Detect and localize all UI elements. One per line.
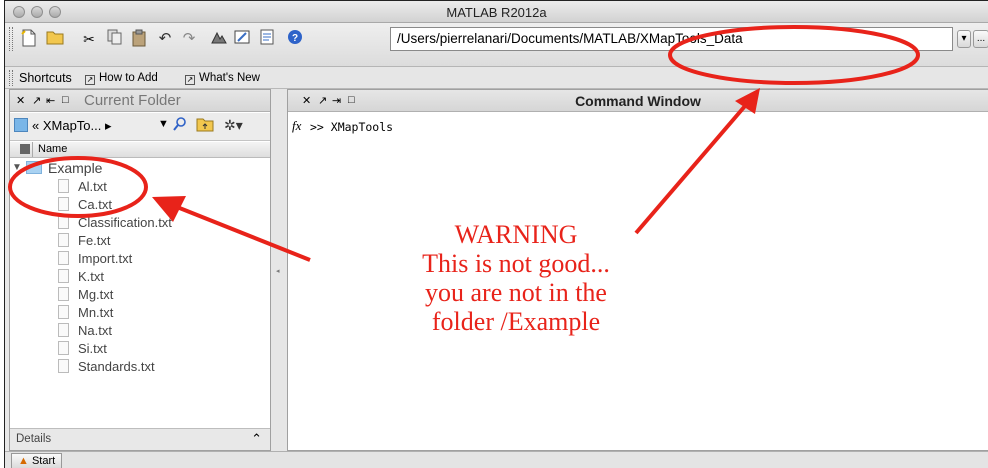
current-folder-title: Current Folder [84, 92, 181, 109]
folder-combo[interactable]: « XMapTo... ▸ [32, 118, 112, 134]
text-file-icon [58, 197, 69, 211]
how-to-add-link[interactable]: ↗ How to Add [85, 72, 158, 85]
file-name: Fe.txt [78, 233, 111, 248]
simulink-icon[interactable] [209, 29, 229, 49]
folder-navigation-bar: « XMapTo... ▸ ▼ ✲▾ [10, 113, 270, 141]
matlab-logo-icon: ▲ [18, 455, 29, 467]
warning-line: WARNING [454, 220, 578, 249]
text-file-icon [58, 233, 69, 247]
text-file-icon [58, 269, 69, 283]
file-name: Classification.txt [78, 215, 172, 230]
redo-icon[interactable]: ↷ [179, 29, 199, 49]
undock-panel-icon[interactable]: ↗ [32, 94, 41, 107]
current-folder-panel: ✕ ↗ ⇤ □ Current Folder « XMapTo... ▸ ▼ ✲… [9, 89, 271, 451]
how-to-add-label: How to Add [99, 72, 158, 84]
file-name: Mg.txt [78, 287, 114, 302]
folder-icon [26, 161, 42, 174]
cut-icon[interactable]: ✂ [79, 29, 99, 49]
svg-text:?: ? [292, 33, 298, 44]
file-name: Na.txt [78, 323, 112, 338]
open-folder-icon[interactable] [45, 29, 65, 49]
file-name: Standards.txt [78, 359, 155, 374]
file-name: Mn.txt [78, 305, 114, 320]
splitter-grip-icon: ◂ [276, 268, 280, 275]
text-file-icon [58, 359, 69, 373]
command-window-title: Command Window [575, 93, 701, 109]
chevron-up-icon[interactable]: ⌃ [251, 431, 262, 447]
search-icon[interactable] [172, 116, 188, 135]
command-window-header: ✕ ↗ ⇥ □ Command Window [288, 90, 988, 112]
text-file-icon [58, 341, 69, 355]
warning-line: folder /Example [431, 307, 601, 336]
whats-new-label: What's New [199, 72, 260, 84]
status-bar: ▲ Start [5, 451, 988, 468]
expand-arrow-icon[interactable]: ▼ [12, 159, 22, 177]
text-file-icon [58, 215, 69, 229]
close-panel-icon[interactable]: ✕ [16, 94, 25, 107]
shortcut-icon: ↗ [185, 75, 195, 85]
file-name: Import.txt [78, 251, 133, 266]
text-file-icon [58, 323, 69, 337]
column-type-icon [20, 144, 30, 154]
folder-label: Example [48, 160, 103, 176]
warning-line: you are not in the [425, 278, 607, 307]
folder-up-icon[interactable] [196, 116, 214, 135]
guide-icon[interactable] [233, 29, 253, 49]
profiler-icon[interactable] [257, 29, 277, 49]
shortcuts-label: Shortcuts [19, 71, 72, 85]
maximize-panel-icon[interactable]: □ [62, 94, 69, 106]
file-name: Al.txt [78, 179, 107, 194]
text-file-icon [58, 179, 69, 193]
file-name: K.txt [78, 269, 105, 284]
folder-icon [14, 118, 28, 132]
details-label: Details [16, 433, 52, 445]
warning-annotation: WARNING This is not good... you are not … [356, 220, 676, 336]
path-history-dropdown[interactable]: ▾ [957, 30, 971, 48]
name-column-header[interactable]: Name [38, 143, 67, 155]
text-file-icon [58, 305, 69, 319]
fx-function-browser-icon[interactable]: fx [292, 118, 301, 134]
start-label: Start [31, 455, 56, 467]
panel-splitter[interactable]: ◂ [271, 89, 287, 451]
folder-dropdown-arrow[interactable]: ▼ [158, 118, 169, 130]
shortcut-icon: ↗ [85, 75, 95, 85]
whats-new-link[interactable]: ↗ What's New [185, 72, 260, 85]
details-bar: Details ⌃ [10, 428, 270, 450]
text-file-icon [58, 287, 69, 301]
current-folder-path-input[interactable]: /Users/pierrelanari/Documents/MATLAB/XMa… [390, 27, 953, 51]
window-title: MATLAB R2012a [446, 5, 547, 20]
undo-icon[interactable]: ↶ [155, 29, 175, 49]
warning-line: This is not good... [422, 249, 610, 278]
new-file-icon[interactable] [19, 29, 39, 49]
minimize-panel-icon[interactable]: ⇤ [46, 94, 55, 107]
toolbar-grip[interactable] [9, 27, 13, 51]
text-file-icon [58, 251, 69, 265]
gear-icon[interactable]: ✲▾ [224, 117, 243, 134]
help-icon[interactable]: ? [285, 29, 305, 49]
shortcuts-toolbar: Shortcuts ↗ How to Add ↗ What's New [5, 67, 988, 89]
command-line: >> XMapTools [310, 120, 394, 134]
file-name: Ca.txt [78, 197, 112, 212]
shortcuts-grip[interactable] [9, 70, 13, 86]
start-button[interactable]: ▲ Start [11, 453, 63, 468]
current-folder-header: ✕ ↗ ⇤ □ Current Folder [10, 90, 270, 112]
browse-folder-button[interactable]: ... [973, 30, 988, 48]
paste-icon[interactable] [129, 29, 149, 49]
file-name: Si.txt [78, 341, 107, 356]
copy-icon[interactable] [105, 29, 125, 49]
title-bar: MATLAB R2012a [5, 1, 988, 23]
column-header: Name [10, 142, 270, 158]
main-toolbar: ✂ ↶ ↷ ? /Users/pierrelanari/Documents/MA… [5, 23, 988, 67]
